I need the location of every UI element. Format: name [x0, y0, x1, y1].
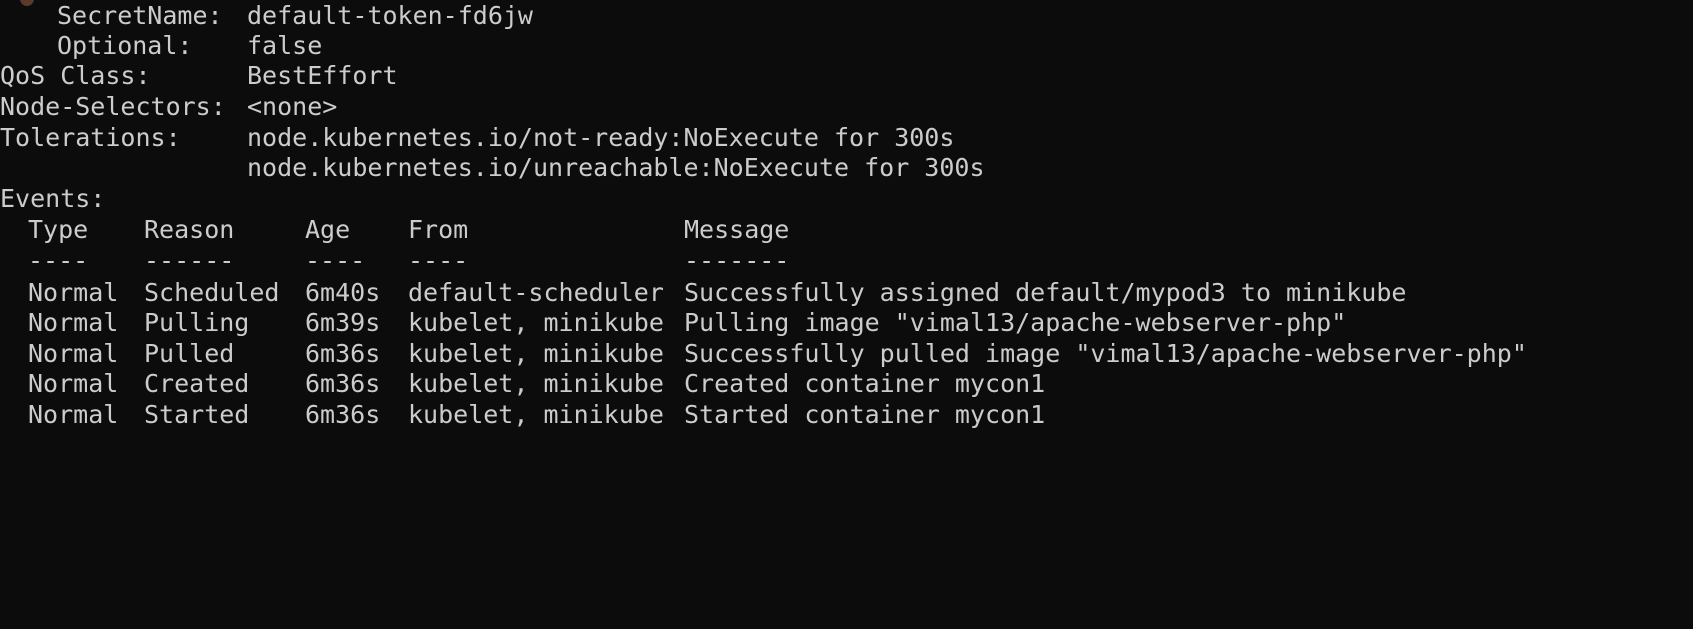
toleration-item: node.kubernetes.io/not-ready:NoExecute f…	[247, 123, 955, 152]
event-type: Normal	[28, 278, 119, 307]
event-from: kubelet, minikube	[408, 339, 664, 368]
separator-reason: ------	[144, 246, 235, 275]
secret-name-line: SecretName: default-token-fd6jw	[0, 0, 533, 32]
table-row: Normal Pulled 6m36s kubelet, minikube Su…	[0, 337, 1527, 370]
header-age: Age	[305, 215, 351, 244]
separator-from: ----	[408, 246, 469, 275]
separator-message: -------	[684, 246, 790, 275]
event-age: 6m39s	[305, 308, 381, 337]
event-message: Pulling image "vimal13/apache-webserver-…	[684, 308, 1347, 337]
header-message: Message	[684, 215, 790, 244]
tolerations-key: Tolerations:	[0, 123, 181, 152]
node-selectors-key: Node-Selectors:	[0, 92, 226, 121]
event-reason: Created	[144, 369, 250, 398]
event-message: Created container mycon1	[684, 369, 1046, 398]
event-reason: Scheduled	[144, 278, 280, 307]
separator-age: ----	[305, 246, 366, 275]
event-age: 6m36s	[305, 369, 381, 398]
header-type: Type	[28, 215, 89, 244]
qos-class-key: QoS Class:	[0, 61, 151, 90]
table-row: Normal Started 6m36s kubelet, minikube S…	[0, 398, 1045, 431]
tolerations-line-2: node.kubernetes.io/unreachable:NoExecute…	[0, 151, 985, 184]
event-reason: Pulled	[144, 339, 235, 368]
events-header-row: Type Reason Age From Message	[0, 213, 789, 246]
event-type: Normal	[28, 339, 119, 368]
table-row: Normal Scheduled 6m40s default-scheduler…	[0, 276, 1406, 309]
toleration-item: node.kubernetes.io/unreachable:NoExecute…	[247, 153, 985, 182]
event-from: kubelet, minikube	[408, 369, 664, 398]
event-message: Successfully pulled image "vimal13/apach…	[684, 339, 1527, 368]
event-message: Successfully assigned default/mypod3 to …	[684, 278, 1407, 307]
secret-name-value: default-token-fd6jw	[247, 1, 533, 30]
table-row: Normal Created 6m36s kubelet, minikube C…	[0, 367, 1045, 400]
optional-key: Optional:	[57, 31, 193, 60]
event-reason: Started	[144, 400, 250, 429]
terminal-output: SecretName: default-token-fd6jw Optional…	[0, 0, 1693, 486]
optional-value: false	[247, 31, 323, 60]
events-title-line: Events:	[0, 182, 105, 215]
event-from: kubelet, minikube	[408, 308, 664, 337]
event-age: 6m36s	[305, 339, 381, 368]
events-title: Events:	[0, 184, 106, 213]
event-age: 6m40s	[305, 278, 381, 307]
tolerations-line: Tolerations: node.kubernetes.io/not-read…	[0, 121, 954, 154]
event-type: Normal	[28, 308, 119, 337]
event-type: Normal	[28, 400, 119, 429]
qos-class-line: QoS Class: BestEffort	[0, 59, 398, 92]
table-row: Normal Pulling 6m39s kubelet, minikube P…	[0, 306, 1346, 339]
events-separator-row: ---- ------ ---- ---- -------	[0, 244, 789, 277]
event-message: Started container mycon1	[684, 400, 1046, 429]
event-from: default-scheduler	[408, 278, 664, 307]
node-selectors-line: Node-Selectors: <none>	[0, 90, 337, 123]
qos-class-value: BestEffort	[247, 61, 398, 90]
separator-type: ----	[28, 246, 89, 275]
header-from: From	[408, 215, 469, 244]
secret-name-key: SecretName:	[57, 1, 223, 30]
event-age: 6m36s	[305, 400, 381, 429]
event-type: Normal	[28, 369, 119, 398]
optional-line: Optional: false	[0, 29, 322, 62]
header-reason: Reason	[144, 215, 235, 244]
node-selectors-value: <none>	[247, 92, 338, 121]
event-from: kubelet, minikube	[408, 400, 664, 429]
event-reason: Pulling	[144, 308, 250, 337]
